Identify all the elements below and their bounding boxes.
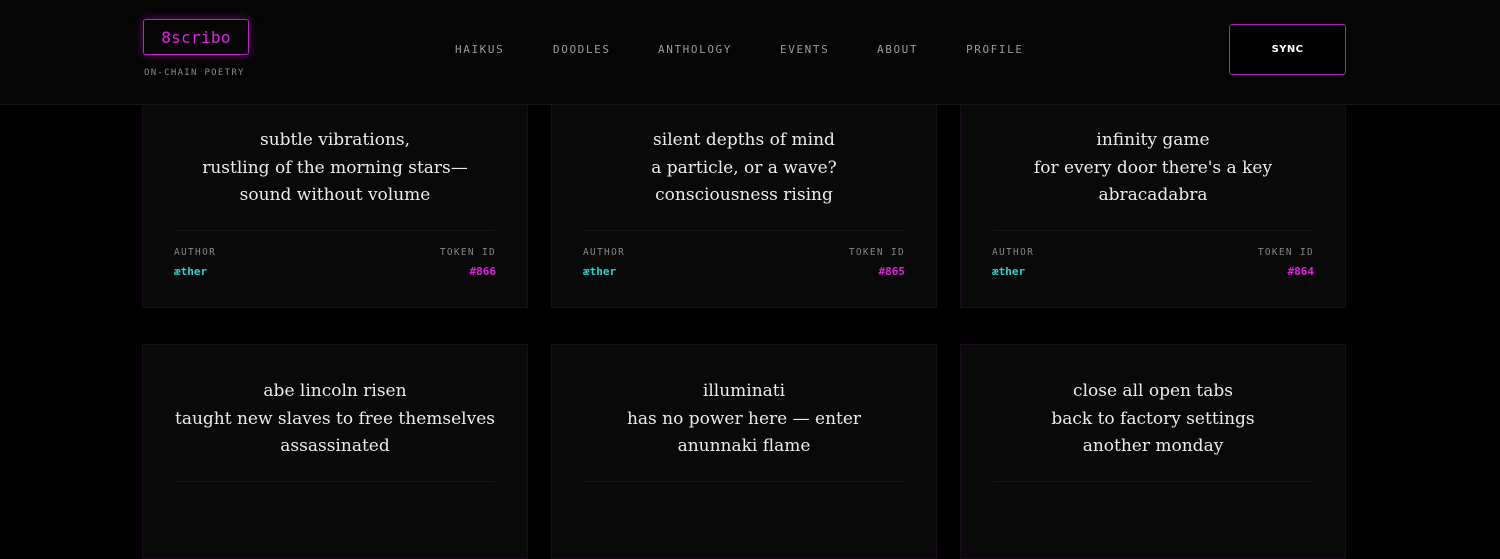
token-id-value: #865 (878, 265, 906, 278)
haiku-card[interactable]: abe lincoln risen taught new slaves to f… (142, 344, 528, 559)
haiku-line: abe lincoln risen (263, 381, 407, 401)
haiku-line: for every door there's a key (1033, 157, 1273, 178)
haiku-line: infinity game (1096, 130, 1210, 150)
nav-events[interactable]: EVENTS (780, 43, 829, 56)
nav-haikus[interactable]: HAIKUS (455, 43, 504, 56)
haiku-line: assassinated (280, 436, 390, 456)
logo-button[interactable]: 8scribo (143, 19, 249, 55)
nav-doodles[interactable]: DOODLES (553, 43, 611, 56)
haiku-line: silent depths of mind (653, 130, 835, 150)
author-label: AUTHOR (174, 247, 217, 258)
card-divider (175, 481, 495, 482)
haiku-card[interactable]: infinity game for every door there's a k… (960, 93, 1346, 308)
haiku-text: illuminati has no power here — enter anu… (552, 378, 936, 461)
nav-profile[interactable]: PROFILE (966, 43, 1024, 56)
nav-about[interactable]: ABOUT (877, 43, 918, 56)
haiku-line: a particle, or a wave? (651, 157, 837, 178)
nav-anthology[interactable]: ANTHOLOGY (658, 43, 732, 56)
author-link[interactable]: æther (992, 265, 1025, 278)
haiku-line: rustling of the morning stars— (202, 157, 468, 178)
haiku-line: sound without volume (239, 185, 431, 205)
haiku-line: close all open tabs (1073, 381, 1233, 401)
haiku-line: abracadabra (1098, 185, 1208, 205)
author-label: AUTHOR (583, 247, 626, 258)
card-divider (584, 230, 904, 231)
tagline: ON-CHAIN POETRY (144, 68, 245, 78)
token-id-label: TOKEN ID (848, 247, 905, 258)
haiku-card[interactable]: close all open tabs back to factory sett… (960, 344, 1346, 559)
sync-button[interactable]: SYNC (1229, 24, 1346, 75)
haiku-text: close all open tabs back to factory sett… (961, 378, 1345, 461)
haiku-line: subtle vibrations, (259, 130, 411, 150)
haiku-card[interactable]: subtle vibrations, rustling of the morni… (142, 93, 528, 308)
card-divider (993, 481, 1313, 482)
haiku-line: illuminati (702, 381, 786, 401)
haiku-line: anunnaki flame (677, 436, 811, 456)
card-divider (175, 230, 495, 231)
token-id-value: #864 (1287, 265, 1315, 278)
author-link[interactable]: æther (174, 265, 207, 278)
haiku-line: has no power here — enter (626, 408, 862, 429)
token-id-value: #866 (469, 265, 497, 278)
card-divider (584, 481, 904, 482)
author-label: AUTHOR (992, 247, 1035, 258)
haiku-line: consciousness rising (655, 185, 833, 205)
token-id-label: TOKEN ID (439, 247, 496, 258)
haiku-text: infinity game for every door there's a k… (961, 127, 1345, 210)
haiku-card[interactable]: silent depths of mind a particle, or a w… (551, 93, 937, 308)
top-bar: 8scribo ON-CHAIN POETRY HAIKUS DOODLES A… (0, 0, 1500, 105)
haiku-text: silent depths of mind a particle, or a w… (552, 127, 936, 210)
card-divider (993, 230, 1313, 231)
author-link[interactable]: æther (583, 265, 616, 278)
haiku-text: subtle vibrations, rustling of the morni… (143, 127, 527, 210)
haiku-card[interactable]: illuminati has no power here — enter anu… (551, 344, 937, 559)
haiku-line: taught new slaves to free themselves (174, 408, 496, 429)
haiku-text: abe lincoln risen taught new slaves to f… (143, 378, 527, 461)
haiku-line: back to factory settings (1051, 408, 1255, 429)
token-id-label: TOKEN ID (1257, 247, 1314, 258)
haiku-line: another monday (1082, 436, 1224, 456)
